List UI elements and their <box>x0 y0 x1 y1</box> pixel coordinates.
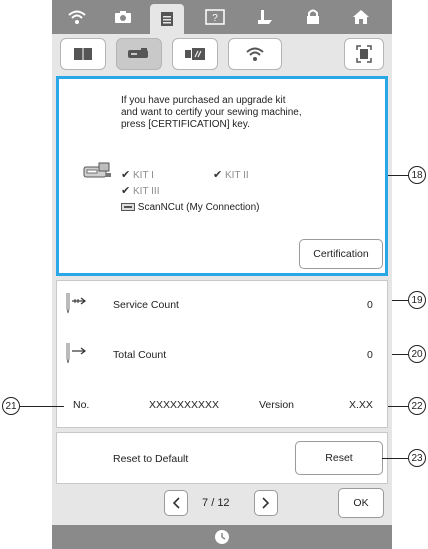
total-count-value: 0 <box>367 349 373 361</box>
callout-23-leader <box>382 458 408 459</box>
tab-embroidery-settings[interactable] <box>116 38 162 70</box>
kit3-status: ✔ KIT III <box>121 185 160 198</box>
service-count-label: Service Count <box>113 299 179 311</box>
scanncut-status: ScanNCut (My Connection) <box>121 202 260 214</box>
wifi-icon <box>68 10 86 24</box>
callout-21: 21 <box>2 397 20 415</box>
version-label: Version <box>259 399 295 411</box>
callout-18-leader <box>388 175 410 176</box>
tab-sewing-settings[interactable] <box>60 38 106 70</box>
certification-message-line3: press [CERTIFICATION] key. <box>121 119 250 130</box>
certification-message-line1: If you have purchased an upgrade kit <box>121 95 286 106</box>
callout-18: 18 <box>408 166 426 184</box>
callout-20: 20 <box>408 345 426 363</box>
check-icon: ✔ <box>121 185 131 197</box>
presser-foot-icon <box>258 10 272 24</box>
next-page-button[interactable] <box>254 490 278 516</box>
machine-info-panel: Service Count 0 Total Count 0 No. XXXXXX… <box>56 280 388 428</box>
current-page: 7 <box>202 497 209 509</box>
kit3-label: KIT III <box>133 186 160 197</box>
page-indicator: 7 / 12 <box>202 497 230 509</box>
reset-button[interactable]: Reset <box>295 441 383 475</box>
tab-general-settings[interactable] <box>150 4 184 34</box>
settings-category-row <box>52 34 392 74</box>
top-tab-bar: ? <box>52 0 392 34</box>
serial-number-label: No. <box>73 399 90 411</box>
svg-text:?: ? <box>212 13 218 24</box>
scanncut-label: ScanNCut (My Connection) <box>137 202 260 213</box>
callout-20-leader <box>392 354 408 355</box>
certification-panel: If you have purchased an upgrade kit and… <box>56 76 388 276</box>
callout-19-leader <box>392 300 408 301</box>
wifi-icon <box>246 47 264 61</box>
callout-19: 19 <box>408 291 426 309</box>
certification-button[interactable]: Certification <box>299 239 383 269</box>
callout-22-leader <box>388 406 408 407</box>
help-screen-icon: ? <box>205 9 225 25</box>
screen-capture-icon <box>356 45 372 63</box>
check-icon: ✔ <box>121 169 131 181</box>
display-icon <box>185 48 205 60</box>
tab-display-settings[interactable] <box>172 38 218 70</box>
reset-to-default-label: Reset to Default <box>113 453 189 465</box>
total-pages: 12 <box>217 497 230 509</box>
needle-service-icon <box>66 293 86 314</box>
previous-page-button[interactable] <box>164 490 188 516</box>
clock-icon <box>215 530 229 544</box>
callout-22: 22 <box>408 397 426 415</box>
certification-message-line2: and want to certify your sewing machine, <box>121 107 302 118</box>
callout-23: 23 <box>408 449 426 467</box>
lock-icon <box>307 9 319 24</box>
kit2-label: KIT II <box>225 170 249 181</box>
scanncut-icon <box>121 203 135 212</box>
bottom-status-bar <box>52 525 392 549</box>
kit2-status: ✔ KIT II <box>213 169 249 182</box>
tab-home[interactable] <box>344 4 378 30</box>
callout-21-leader <box>20 406 64 407</box>
needle-total-icon <box>66 343 86 364</box>
document-icon <box>161 12 173 26</box>
service-count-value: 0 <box>367 299 373 311</box>
tab-help[interactable]: ? <box>198 4 232 30</box>
tab-network-settings[interactable] <box>228 38 282 70</box>
book-icon <box>74 48 92 60</box>
ok-button[interactable]: OK <box>338 488 384 518</box>
chevron-right-icon <box>262 497 270 509</box>
embroidery-machine-icon <box>128 48 148 58</box>
kit1-label: KIT I <box>133 170 154 181</box>
camera-icon <box>115 11 131 23</box>
tab-presser-foot[interactable] <box>248 4 282 30</box>
capture-button[interactable] <box>344 38 384 70</box>
settings-screen: ? If you have purchased an upgrade kit a… <box>52 0 392 549</box>
reset-panel: Reset to Default Reset <box>56 432 388 484</box>
sewing-machine-icon <box>83 162 111 178</box>
tab-lock[interactable] <box>296 4 330 30</box>
page-separator: / <box>211 497 215 509</box>
chevron-left-icon <box>172 497 180 509</box>
check-icon: ✔ <box>213 169 223 181</box>
kit1-status: ✔ KIT I <box>121 169 154 182</box>
tab-wireless[interactable] <box>60 4 94 30</box>
version-value: X.XX <box>349 399 373 411</box>
serial-number-value: XXXXXXXXXX <box>149 399 220 411</box>
home-icon <box>353 10 369 24</box>
tab-camera[interactable] <box>106 4 140 30</box>
total-count-label: Total Count <box>113 349 167 361</box>
